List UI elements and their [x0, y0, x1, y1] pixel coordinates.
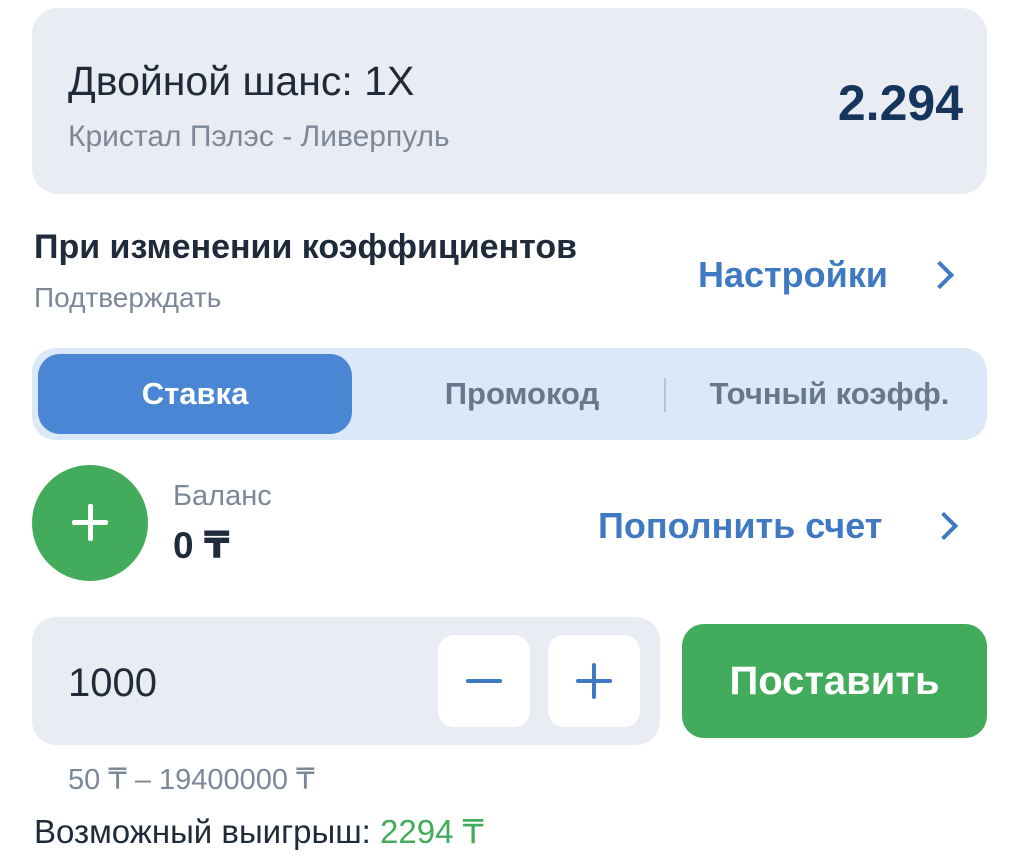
tab-divider — [664, 378, 666, 412]
stake-input-box[interactable]: 1000 — [32, 617, 660, 745]
settings-label: Настройки — [698, 254, 888, 295]
stake-limits: 50 ₸ – 19400000 ₸ — [68, 764, 315, 796]
bet-type-tabs: Ставка Промокод Точный коэфф. — [32, 348, 987, 440]
topup-account-link[interactable]: Пополнить счет — [598, 503, 959, 549]
decrement-button[interactable] — [438, 635, 530, 727]
bet-card: Двойной шанс: 1X Кристал Пэлэс - Ливерпу… — [32, 8, 987, 194]
tab-promocode[interactable]: Промокод — [382, 354, 662, 434]
tab-stake[interactable]: Ставка — [38, 354, 352, 434]
increment-button[interactable] — [548, 635, 640, 727]
settings-link[interactable]: Настройки — [698, 252, 955, 298]
bet-match: Кристал Пэлэс - Ливерпуль — [68, 120, 450, 153]
bet-title: Двойной шанс: 1X — [68, 58, 415, 104]
odds-change-title: При изменении коэффициентов — [34, 228, 577, 266]
chevron-right-icon — [930, 511, 959, 541]
potential-win: Возможный выигрыш: 2294 ₸ — [34, 812, 484, 851]
topup-plus-button[interactable] — [32, 465, 148, 581]
topup-label: Пополнить счет — [598, 505, 883, 546]
balance-label: Баланс — [173, 480, 272, 512]
bet-odds: 2.294 — [837, 75, 963, 131]
place-bet-button[interactable]: Поставить — [682, 624, 987, 738]
potential-win-value: 2294 ₸ — [380, 813, 484, 850]
tab-exact-odds[interactable]: Точный коэфф. — [672, 354, 987, 434]
odds-change-value: Подтверждать — [34, 282, 222, 313]
chevron-right-icon — [925, 260, 955, 290]
balance-value: 0 ₸ — [173, 525, 230, 566]
stake-input[interactable]: 1000 — [68, 661, 157, 706]
potential-win-label: Возможный выигрыш: — [34, 813, 371, 850]
